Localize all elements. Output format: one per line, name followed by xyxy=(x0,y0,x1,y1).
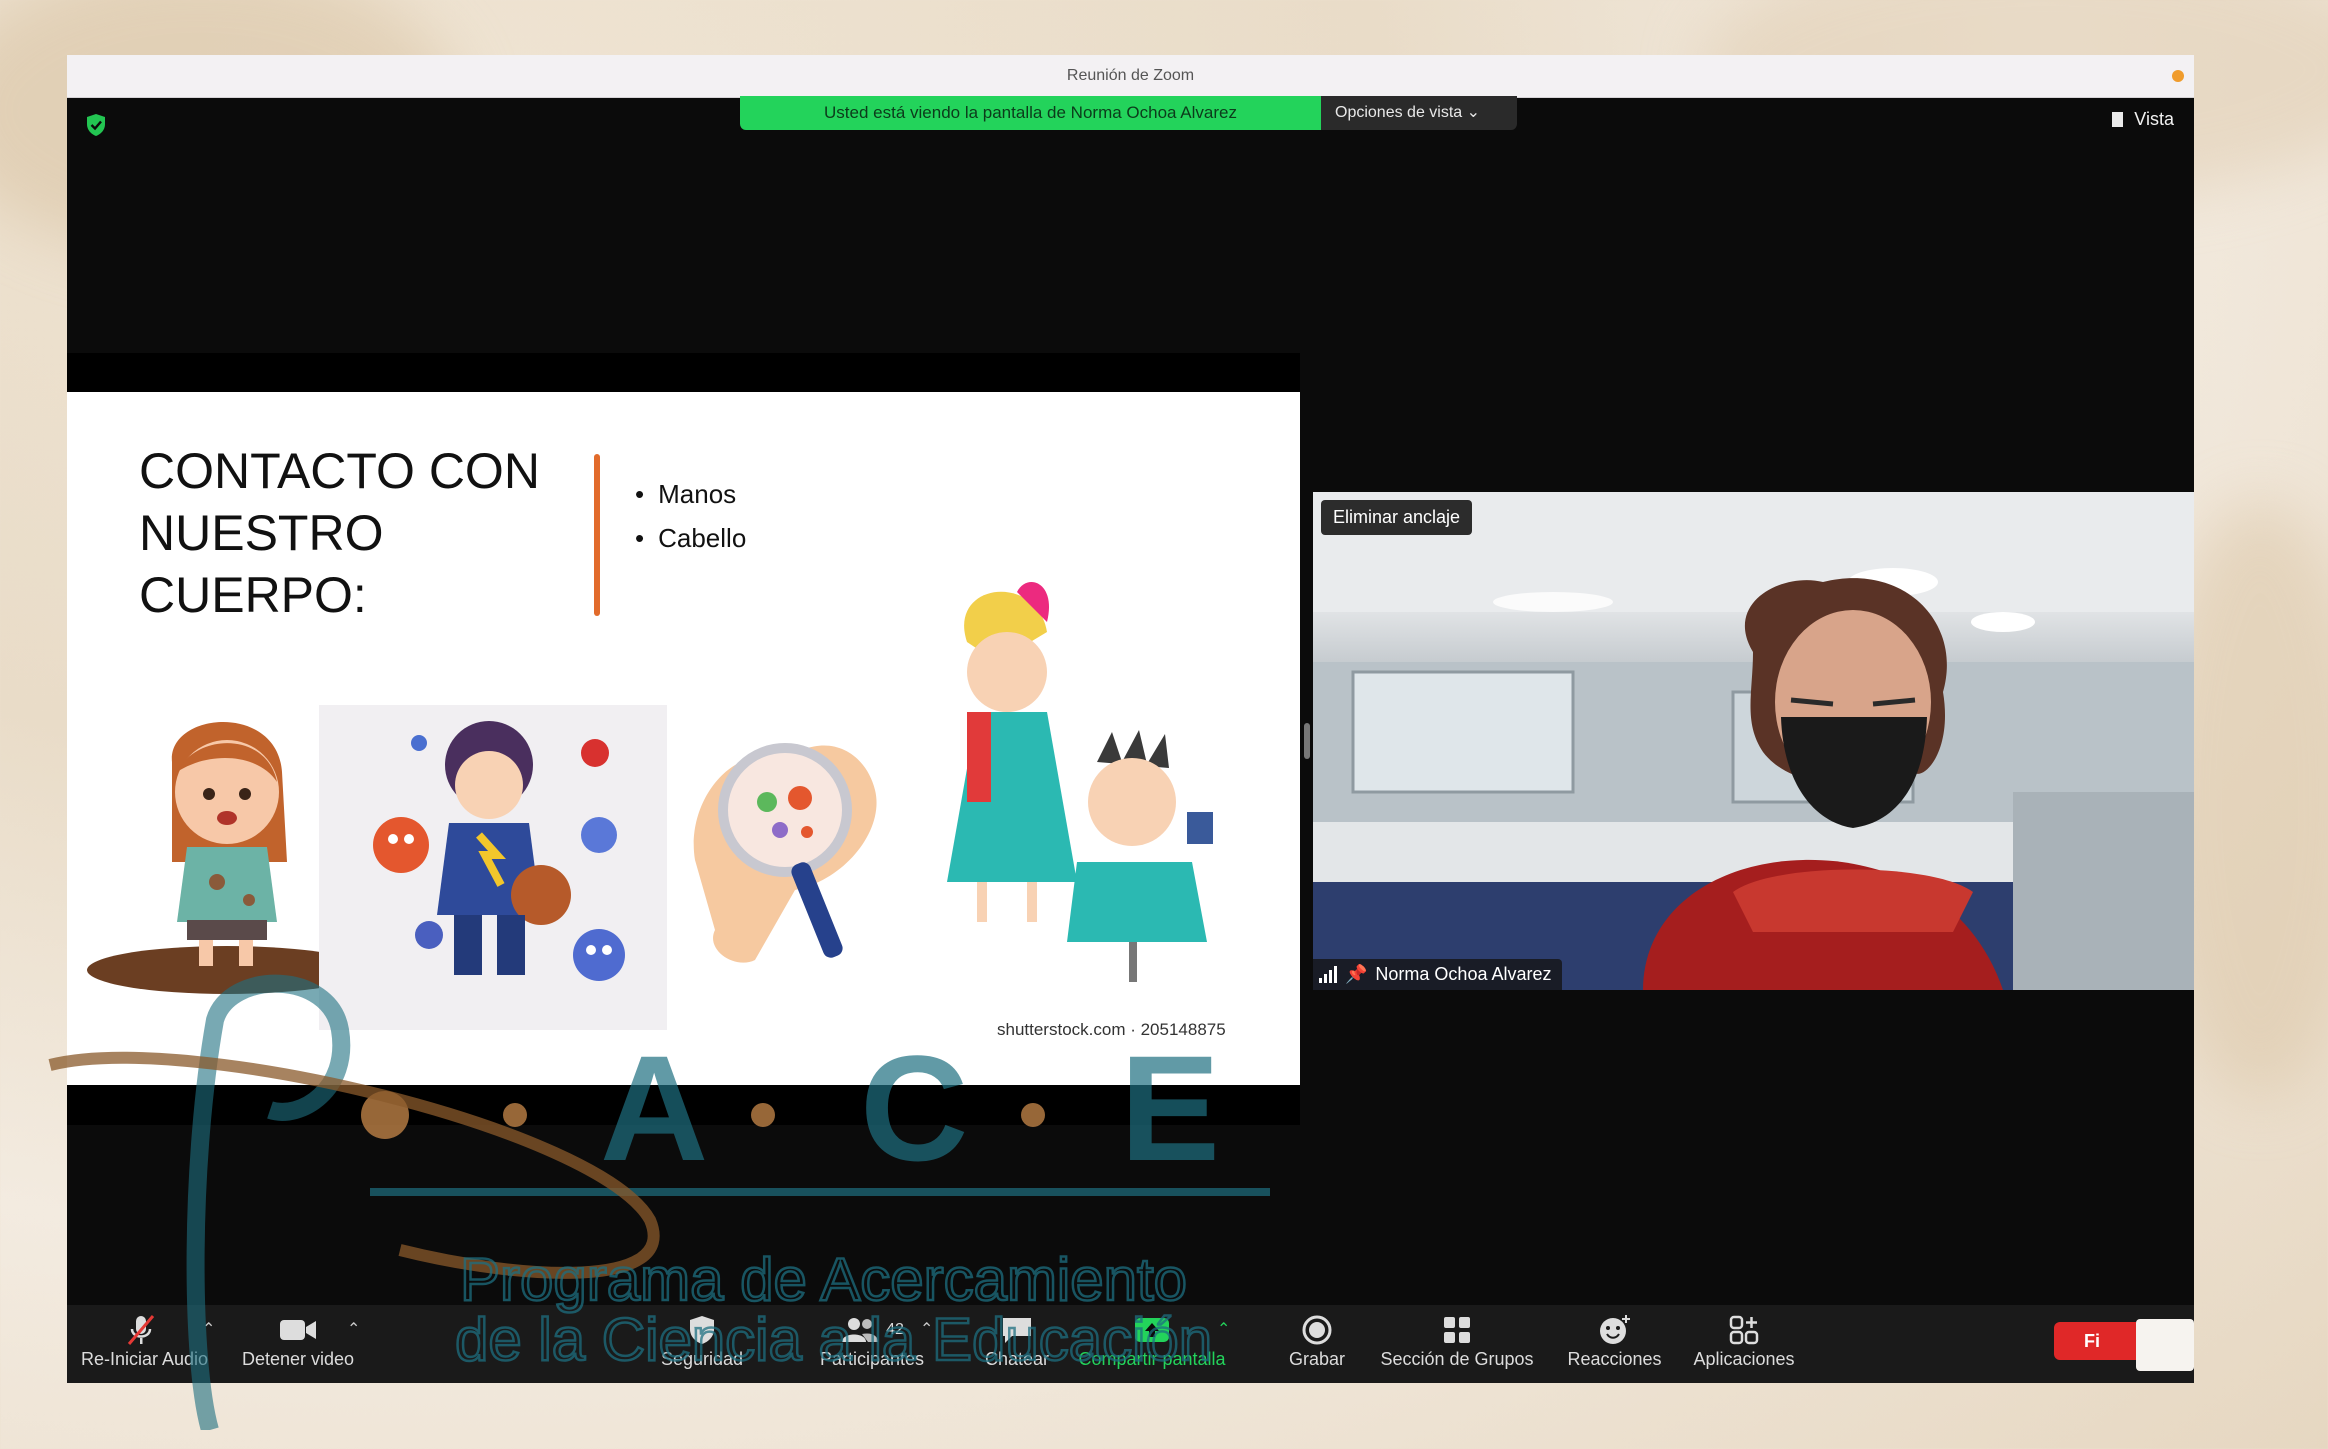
share-banner: Usted está viendo la pantalla de Norma O… xyxy=(740,96,1517,130)
participants-icon xyxy=(842,1318,879,1342)
slide-bullet: Manos xyxy=(635,472,746,516)
unpin-button[interactable]: Eliminar anclaje xyxy=(1321,500,1473,535)
slide-bullets: Manos Cabello xyxy=(635,472,746,560)
audio-button[interactable]: Re-Iniciar Audio xyxy=(81,1313,209,1370)
photo-caption: Foto: PACE galería. xyxy=(2320,497,2328,1404)
slide-title: CONTACTO CON NUESTRO CUERPO: xyxy=(139,443,540,623)
chat-bubble-icon xyxy=(1003,1318,1031,1343)
boy-with-germs-illustration xyxy=(319,705,667,1030)
security-label: Seguridad xyxy=(660,1349,744,1369)
apps-icon xyxy=(1729,1315,1759,1345)
hairdresser-illustration xyxy=(947,582,1213,982)
video-label: Detener video xyxy=(241,1349,355,1369)
pin-icon: 📌 xyxy=(1345,964,1368,984)
hand-magnifier-illustration xyxy=(693,743,877,963)
apps-label: Aplicaciones xyxy=(1693,1349,1795,1369)
video-button[interactable]: Detener video xyxy=(239,1313,357,1370)
sharing-status-text: Usted está viendo la pantalla de Norma O… xyxy=(740,96,1321,130)
recording-indicator-dot xyxy=(2172,70,2184,82)
video-options-caret[interactable]: ⌃ xyxy=(347,1319,360,1339)
reactions-label: Reacciones xyxy=(1567,1349,1662,1369)
video-camera-icon xyxy=(280,1320,316,1340)
window-title: Reunión de Zoom xyxy=(1066,67,1195,84)
view-button[interactable]: Vista xyxy=(2112,109,2174,130)
signal-strength-icon xyxy=(1319,966,1337,983)
participant-name: Norma Ochoa Alvarez xyxy=(1375,964,1552,984)
presentation-slide: CONTACTO CON NUESTRO CUERPO: Manos Cabel… xyxy=(67,392,1300,1085)
view-options-button[interactable]: Opciones de vista ⌄ xyxy=(1321,96,1517,130)
share-screen-icon xyxy=(1135,1318,1169,1342)
slide-bullet: Cabello xyxy=(635,516,746,560)
record-button[interactable]: Grabar xyxy=(1277,1313,1357,1370)
breakout-label: Sección de Grupos xyxy=(1380,1349,1534,1369)
reactions-button[interactable]: Reacciones xyxy=(1557,1313,1672,1370)
image-credit: shutterstock.com · 205148875 xyxy=(997,1020,1226,1039)
chat-label: Chatear xyxy=(984,1349,1050,1369)
shared-screen: CONTACTO CON NUESTRO CUERPO: Manos Cabel… xyxy=(67,353,1300,1125)
window-titlebar: Reunión de Zoom xyxy=(67,55,2194,98)
view-label: Vista xyxy=(2134,109,2174,129)
meeting-toolbar: Re-Iniciar Audio ⌃ Detener video ⌃ Segur… xyxy=(67,1305,2194,1383)
audio-label: Re-Iniciar Audio xyxy=(81,1349,209,1369)
end-meeting-button[interactable]: Fi xyxy=(2054,1322,2136,1360)
participants-label: Participantes xyxy=(819,1349,925,1369)
chevron-down-icon: ⌄ xyxy=(1466,104,1481,121)
slide-divider xyxy=(594,454,600,616)
share-screen-label: Compartir pantalla xyxy=(1078,1349,1226,1369)
lab-scene xyxy=(1313,492,2194,990)
splitter-handle[interactable] xyxy=(1304,723,1310,759)
participants-options-caret[interactable]: ⌃ xyxy=(920,1319,933,1339)
security-button[interactable]: Seguridad xyxy=(657,1313,747,1370)
participants-count: 42 xyxy=(886,1321,904,1338)
shield-icon xyxy=(690,1316,714,1344)
breakout-rooms-button[interactable]: Sección de Grupos xyxy=(1372,1313,1542,1370)
pinned-video-tile[interactable]: Eliminar anclaje 📌 Norma Ochoa Alvarez xyxy=(1313,492,2194,990)
microphone-muted-icon xyxy=(127,1315,155,1345)
share-options-caret[interactable]: ⌃ xyxy=(1217,1319,1230,1339)
participant-name-tag: 📌 Norma Ochoa Alvarez xyxy=(1313,959,1562,990)
occluding-patch xyxy=(2136,1319,2194,1371)
apps-button[interactable]: Aplicaciones xyxy=(1679,1313,1809,1370)
view-layout-icon xyxy=(2112,112,2127,127)
zoom-window: Reunión de Zoom Usted está viendo la pan… xyxy=(67,55,2194,1383)
record-label: Grabar xyxy=(1288,1349,1346,1369)
chat-button[interactable]: Chatear xyxy=(967,1313,1067,1370)
encryption-shield-icon[interactable] xyxy=(85,113,107,137)
share-screen-button[interactable]: Compartir pantalla xyxy=(1072,1313,1232,1370)
record-icon xyxy=(1302,1315,1332,1345)
breakout-grid-icon xyxy=(1444,1317,1470,1343)
audio-options-caret[interactable]: ⌃ xyxy=(202,1319,215,1339)
reaction-smiley-icon xyxy=(1599,1315,1630,1344)
